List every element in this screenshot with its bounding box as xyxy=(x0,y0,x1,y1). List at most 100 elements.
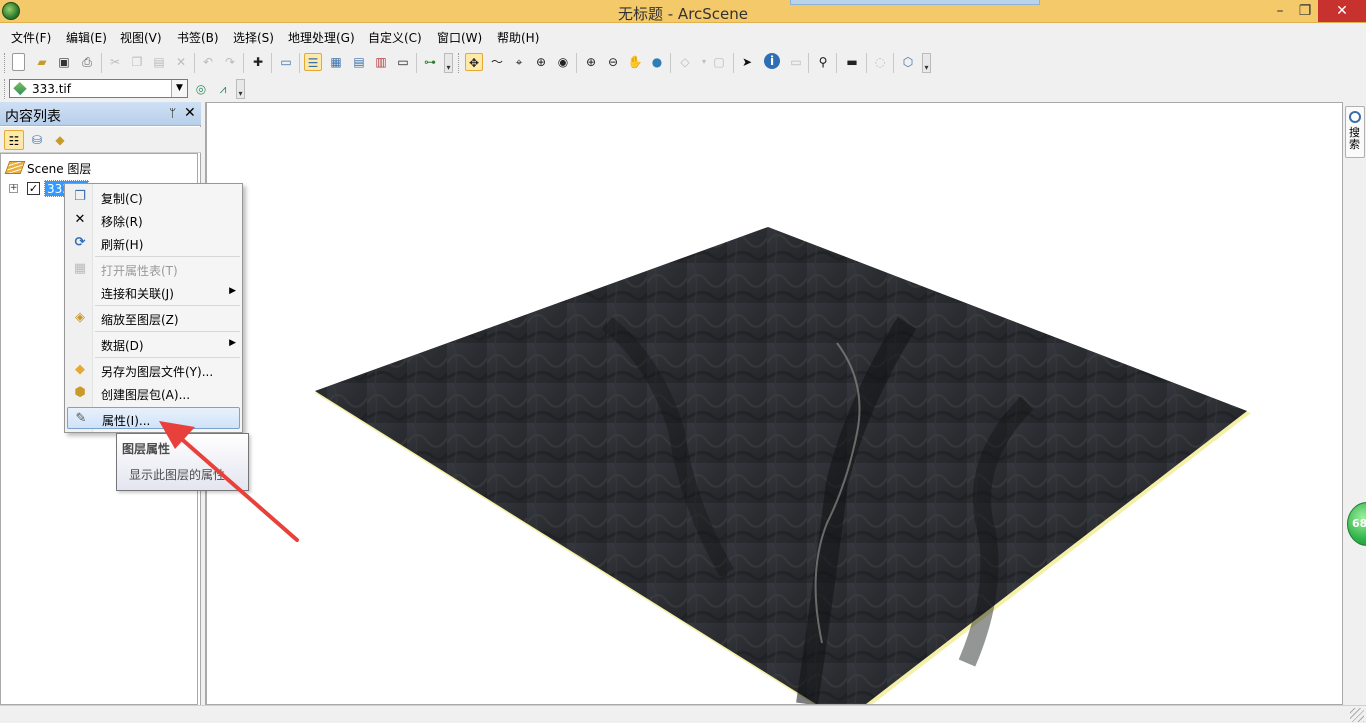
toolbar-grip[interactable] xyxy=(4,79,7,99)
menu-item-label: 移除(R) xyxy=(101,215,143,229)
model-builder-icon[interactable]: ⊶ xyxy=(421,53,439,71)
menu-edit[interactable]: 编辑(E) xyxy=(66,29,107,46)
menu-windows[interactable]: 窗口(W) xyxy=(437,29,482,46)
target-center-icon[interactable]: ⌖ xyxy=(510,53,528,71)
save-icon[interactable]: ▣ xyxy=(55,53,73,71)
remove-icon: ✕ xyxy=(74,212,86,227)
title-bar: 无标题 - ArcScene – ❐ ✕ xyxy=(0,0,1366,23)
scene-layers-label: Scene 图层 xyxy=(27,162,92,176)
undo-icon[interactable]: ↶ xyxy=(199,53,217,71)
3d-effects-icon[interactable]: ⬡ xyxy=(899,53,917,71)
identify-icon[interactable]: i xyxy=(764,53,780,69)
delete-icon[interactable]: ✕ xyxy=(172,53,190,71)
menu-help[interactable]: 帮助(H) xyxy=(497,29,539,46)
toolbar-grip[interactable] xyxy=(4,53,7,73)
search-icon xyxy=(1349,111,1361,123)
toolbar-separator xyxy=(733,53,734,73)
python-window-icon[interactable]: ▭ xyxy=(394,53,412,71)
resize-grip-icon[interactable] xyxy=(1350,708,1364,722)
close-button[interactable]: ✕ xyxy=(1318,0,1366,22)
toc-window-icon[interactable]: ☰ xyxy=(304,53,322,71)
new-document-icon[interactable] xyxy=(12,53,25,71)
list-by-source-icon[interactable]: ⛁ xyxy=(27,130,47,150)
menu-customize[interactable]: 自定义(C) xyxy=(368,29,422,46)
add-data-icon[interactable]: ✚ xyxy=(249,53,267,71)
redo-icon[interactable]: ↷ xyxy=(221,53,239,71)
menu-separator xyxy=(95,256,240,257)
layer-dropdown[interactable]: 333.tif ▼ xyxy=(9,79,188,98)
steepest-path-icon[interactable]: ⩘ xyxy=(214,80,232,98)
copy-toolbar-icon[interactable]: ❐ xyxy=(128,53,146,71)
animation-icon[interactable]: ◌ xyxy=(871,53,889,71)
menu-bookmarks[interactable]: 书签(B) xyxy=(177,29,219,46)
html-popup-icon[interactable]: ▭ xyxy=(787,53,805,71)
scene-layers-icon xyxy=(4,161,26,174)
menu-item-zoom-to-layer[interactable]: ◈ 缩放至图层(Z) xyxy=(67,307,240,329)
contour-icon[interactable]: ◎ xyxy=(192,80,210,98)
toolbar-separator xyxy=(576,53,577,73)
menu-item-joins-relates[interactable]: 连接和关联(J) ▶ xyxy=(67,281,240,303)
search-tab[interactable]: 搜索 xyxy=(1345,106,1365,158)
maximize-button[interactable]: ❐ xyxy=(1294,0,1316,22)
close-icon[interactable]: ✕ xyxy=(184,105,196,121)
menu-view[interactable]: 视图(V) xyxy=(120,29,162,46)
pin-icon[interactable]: ᛘ xyxy=(169,106,176,120)
layer-visibility-checkbox[interactable]: ✓ xyxy=(27,182,40,195)
submenu-arrow-icon: ▶ xyxy=(229,286,236,296)
toc-toolbar: ☷ ⛁ ◆ xyxy=(0,127,201,153)
full-extent-icon[interactable]: ● xyxy=(648,53,666,71)
menu-item-label: 缩放至图层(Z) xyxy=(101,313,179,327)
menu-separator xyxy=(95,331,240,332)
copy-icon: ❐ xyxy=(74,189,86,204)
list-by-visibility-icon[interactable]: ◆ xyxy=(50,130,70,150)
scene-view[interactable] xyxy=(205,102,1343,705)
menu-item-refresh[interactable]: ⟳ 刷新(H) xyxy=(67,232,240,254)
zoom-in-icon[interactable]: ⊕ xyxy=(582,53,600,71)
open-folder-icon[interactable]: ▰ xyxy=(33,53,51,71)
toolbar-separator xyxy=(670,53,671,73)
search-window-icon[interactable]: ▤ xyxy=(350,53,368,71)
menu-item-remove[interactable]: ✕ 移除(R) xyxy=(67,209,240,231)
terrain-surface xyxy=(315,227,1251,704)
arctoolbox-icon[interactable]: ▥ xyxy=(372,53,390,71)
list-by-drawing-order-icon[interactable]: ☷ xyxy=(4,130,24,150)
print-icon[interactable]: ⎙ xyxy=(78,53,96,71)
menu-item-save-as-layer-file[interactable]: ◆ 另存为图层文件(Y)... xyxy=(67,359,240,381)
expand-view-icon[interactable]: ▢ xyxy=(710,53,728,71)
menu-selection[interactable]: 选择(S) xyxy=(233,29,274,46)
menu-item-data[interactable]: 数据(D) ▶ xyxy=(67,333,240,355)
toolbar-grip[interactable] xyxy=(458,53,461,73)
find-icon[interactable]: ⚲ xyxy=(814,53,832,71)
menu-item-create-layer-package[interactable]: ⬢ 创建图层包(A)... xyxy=(67,382,240,404)
minimize-button[interactable]: – xyxy=(1268,0,1292,22)
right-dock-strip: 搜索 xyxy=(1344,102,1366,705)
zoom-to-target-icon[interactable]: ⊕ xyxy=(532,53,550,71)
menu-item-label: 复制(C) xyxy=(101,192,143,206)
zoom-out-icon[interactable]: ⊖ xyxy=(604,53,622,71)
set-observer-icon[interactable]: ◉ xyxy=(554,53,572,71)
pan-icon[interactable]: ✋ xyxy=(626,53,644,71)
paste-icon[interactable]: ▤ xyxy=(150,53,168,71)
menu-geoprocessing[interactable]: 地理处理(G) xyxy=(288,29,355,46)
select-features-icon[interactable]: ➤ xyxy=(738,53,756,71)
toolbar-options-chevron[interactable]: ▾ xyxy=(444,53,453,73)
add-image-icon[interactable]: ▭ xyxy=(277,53,295,71)
menu-file[interactable]: 文件(F) xyxy=(11,29,51,46)
menu-item-open-attribute-table[interactable]: ▦ 打开属性表(T) xyxy=(67,258,240,280)
save-layer-icon: ◆ xyxy=(75,362,85,377)
measure-icon[interactable]: ▬ xyxy=(843,53,861,71)
refresh-icon: ⟳ xyxy=(74,235,86,250)
navigate-icon[interactable]: ✥ xyxy=(465,53,483,71)
expand-icon[interactable]: + xyxy=(9,184,18,193)
toolbar-options-chevron[interactable]: ▾ xyxy=(236,79,245,99)
toolbar-separator xyxy=(243,53,244,73)
catalog-window-icon[interactable]: ▦ xyxy=(327,53,345,71)
narrow-fov-icon[interactable]: ◇ xyxy=(676,53,694,71)
chevron-down-icon[interactable]: ▼ xyxy=(171,80,187,97)
zoom-layer-icon: ◈ xyxy=(75,310,85,325)
cut-icon[interactable]: ✂ xyxy=(106,53,124,71)
toolbar-separator xyxy=(271,53,272,73)
fly-icon[interactable]: 〜 xyxy=(488,53,506,71)
toolbar-options-chevron[interactable]: ▾ xyxy=(922,53,931,73)
menu-item-copy[interactable]: ❐ 复制(C) xyxy=(67,186,240,208)
